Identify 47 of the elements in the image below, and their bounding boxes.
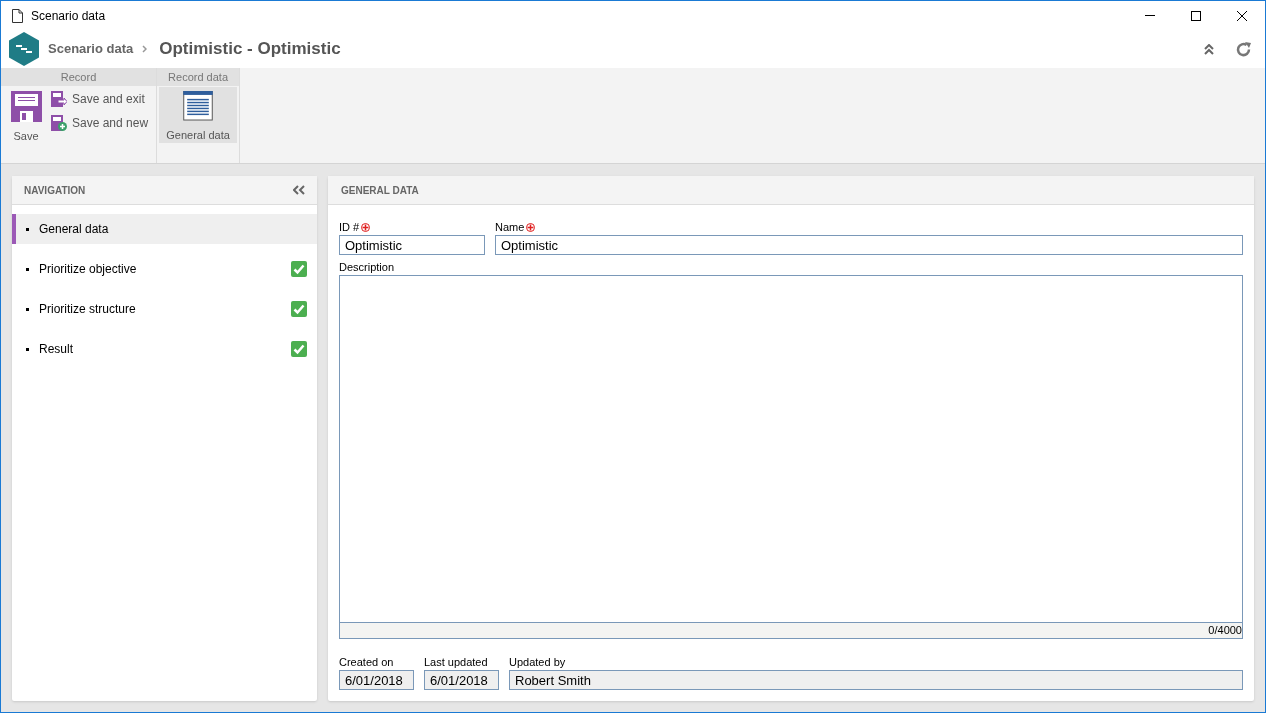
save-and-exit-button[interactable]: Save and exit [51,90,149,108]
floppy-arrow-icon [51,91,67,107]
double-chevron-left-icon[interactable] [293,185,305,195]
navigation-item[interactable]: Prioritize structure [12,294,317,324]
save-button[interactable]: Save [3,87,49,145]
navigation-item[interactable]: General data [12,214,317,244]
panel-title: NAVIGATION [24,183,86,198]
bullet-icon [26,307,29,311]
field-label: Last updated [424,656,489,669]
field-label: Updated by [509,656,567,669]
navigation-item[interactable]: Prioritize objective [12,254,317,284]
window-title: Scenario data [31,7,106,25]
general-data-button[interactable]: General data [159,87,238,143]
navigation-item-label: Result [39,341,74,358]
save-and-new-button[interactable]: Save and new [51,114,149,132]
character-counter: 0/4000 [1208,623,1242,639]
navigation-item-label: Prioritize objective [39,261,138,278]
bullet-icon [26,347,29,351]
navigation-item-label: Prioritize structure [39,301,137,318]
navigation-item[interactable]: Result [12,334,317,364]
description-field[interactable]: 0/4000 [339,275,1243,639]
id-field[interactable]: Optimistic [339,235,485,255]
page-title: Optimistic - Optimistic [159,38,341,61]
read-only-field[interactable]: Robert Smith [509,670,1243,690]
chevron-right-icon [142,45,148,53]
read-only-field[interactable]: 6/01/2018 [424,670,499,690]
breadcrumb-link[interactable]: Scenario data [48,39,134,59]
ribbon-group-label: Record [60,69,97,85]
form-document-icon [183,91,214,121]
navigation-item-label: General data [39,221,110,238]
field-label: Description [339,261,396,274]
field-label: ID # [339,220,360,236]
bullet-icon [26,267,29,271]
minimize-icon [1145,15,1155,16]
panel-title: GENERAL DATA [341,183,419,198]
read-only-field[interactable]: 6/01/2018 [339,670,414,690]
floppy-plus-icon [51,115,67,131]
field-label: Name [495,220,525,236]
refresh-icon [1234,40,1252,58]
bullet-icon [26,227,29,231]
double-chevron-up-icon [1204,43,1214,55]
field-label: Created on [339,656,395,669]
name-field[interactable]: Optimistic [495,235,1243,255]
ribbon-group-label: Record data [168,69,229,85]
document-icon [12,8,23,23]
maximize-icon [1191,10,1201,21]
close-icon [1237,10,1247,21]
